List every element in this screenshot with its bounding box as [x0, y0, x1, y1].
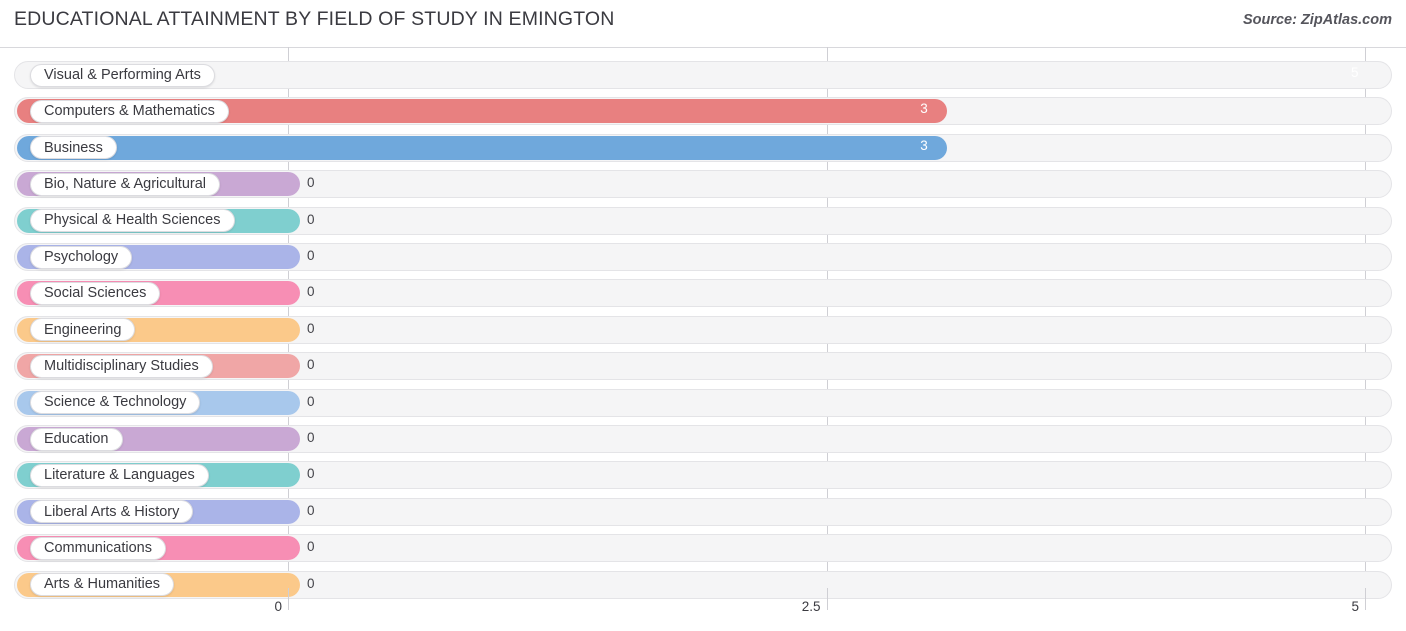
bar-row[interactable]: Computers & Mathematics 3: [0, 93, 1406, 129]
source-attribution: Source: ZipAtlas.com: [1242, 12, 1392, 28]
bar-label-text: Physical & Health Sciences: [44, 212, 221, 229]
bar-value-label: 0: [307, 502, 315, 518]
bar-label-text: Social Sciences: [44, 285, 147, 302]
bar-row[interactable]: Engineering 0: [0, 312, 1406, 348]
bar-label-pill: Computers & Mathematics: [30, 99, 229, 123]
bar-label-text: Literature & Languages: [44, 467, 195, 484]
axis-tick-label: 5: [1351, 599, 1359, 614]
bar-value-label: 0: [307, 357, 315, 373]
bar-label-text: Visual & Performing Arts: [44, 66, 201, 83]
bar-value-label: 0: [307, 211, 315, 227]
plot-top-divider: [0, 47, 1406, 48]
bar-label-text: Computers & Mathematics: [44, 103, 215, 120]
axis-tick-mark: [1365, 588, 1366, 610]
bar-label-text: Multidisciplinary Studies: [44, 357, 199, 374]
bar-row[interactable]: Social Sciences 0: [0, 275, 1406, 311]
bar-row[interactable]: Liberal Arts & History 0: [0, 494, 1406, 530]
bar-row[interactable]: Multidisciplinary Studies 0: [0, 348, 1406, 384]
bar-row[interactable]: Physical & Health Sciences 0: [0, 203, 1406, 239]
bar-label-pill: Bio, Nature & Agricultural: [30, 172, 220, 196]
chart-header: EDUCATIONAL ATTAINMENT BY FIELD OF STUDY…: [0, 0, 1406, 46]
bar-row[interactable]: Visual & Performing Arts 5: [0, 57, 1406, 93]
bar-value-label: 0: [307, 430, 315, 445]
bar-label-pill: Psychology: [30, 245, 133, 269]
bar-value-label: 3: [920, 137, 928, 153]
bar-value-label: 0: [307, 466, 315, 482]
bar-value-label: 0: [307, 248, 315, 263]
bar-label-text: Bio, Nature & Agricultural: [44, 175, 206, 192]
bar-row[interactable]: Bio, Nature & Agricultural 0: [0, 166, 1406, 202]
bar-value-label: 3: [920, 101, 928, 117]
page-title: EDUCATIONAL ATTAINMENT BY FIELD OF STUDY…: [14, 8, 615, 30]
bar-value-label: 0: [307, 320, 315, 336]
bar-label-text: Engineering: [44, 321, 122, 338]
bar-value-label: 0: [307, 575, 315, 591]
bar-label-pill: Science & Technology: [30, 391, 201, 415]
bar-label-text: Liberal Arts & History: [44, 503, 180, 520]
bar-fill[interactable]: [17, 63, 1378, 87]
bar-row[interactable]: Science & Technology 0: [0, 385, 1406, 421]
bar-value-label: 0: [307, 284, 315, 300]
bar-label-pill: Visual & Performing Arts: [30, 63, 215, 87]
bar-row[interactable]: Psychology 0: [0, 239, 1406, 275]
bar-label-text: Science & Technology: [44, 394, 187, 411]
bar-label-text: Business: [44, 139, 103, 156]
bar-row[interactable]: Education 0: [0, 421, 1406, 457]
bar-label-pill: Communications: [30, 536, 166, 560]
axis-tick-label: 2.5: [801, 599, 821, 614]
bar-row[interactable]: Literature & Languages 0: [0, 457, 1406, 493]
bar-label-pill: Social Sciences: [30, 281, 161, 305]
x-axis: 0 2.5 5: [0, 588, 1406, 631]
bar-label-text: Arts & Humanities: [44, 576, 161, 593]
bar-value-label: 5: [1351, 65, 1359, 80]
bar-label-pill: Business: [30, 136, 117, 160]
bar-value-label: 0: [307, 175, 315, 191]
bar-row[interactable]: Communications 0: [0, 530, 1406, 566]
axis-tick-mark: [826, 588, 828, 610]
bar-label-pill: Multidisciplinary Studies: [30, 354, 213, 378]
bar-label-pill: Education: [30, 427, 123, 451]
bar-row[interactable]: Business 3: [0, 130, 1406, 166]
axis-tick-label: 0: [274, 599, 282, 614]
bar-value-label: 0: [307, 539, 315, 555]
chart-plot-area: Visual & Performing Arts 5 Computers & Mat…: [0, 47, 1406, 599]
bar-label-text: Communications: [44, 539, 152, 556]
bar-fill[interactable]: [17, 135, 948, 160]
bar-label-text: Education: [44, 430, 109, 447]
bar-label-pill: Liberal Arts & History: [30, 500, 194, 524]
bar-label-pill: Engineering: [30, 318, 136, 342]
axis-tick-mark: [288, 588, 289, 610]
bar-label-text: Psychology: [44, 248, 119, 265]
bar-label-pill: Physical & Health Sciences: [30, 209, 235, 233]
bar-label-pill: Arts & Humanities: [30, 573, 175, 597]
bar-label-pill: Literature & Languages: [30, 463, 209, 487]
bar-value-label: 0: [307, 393, 315, 409]
